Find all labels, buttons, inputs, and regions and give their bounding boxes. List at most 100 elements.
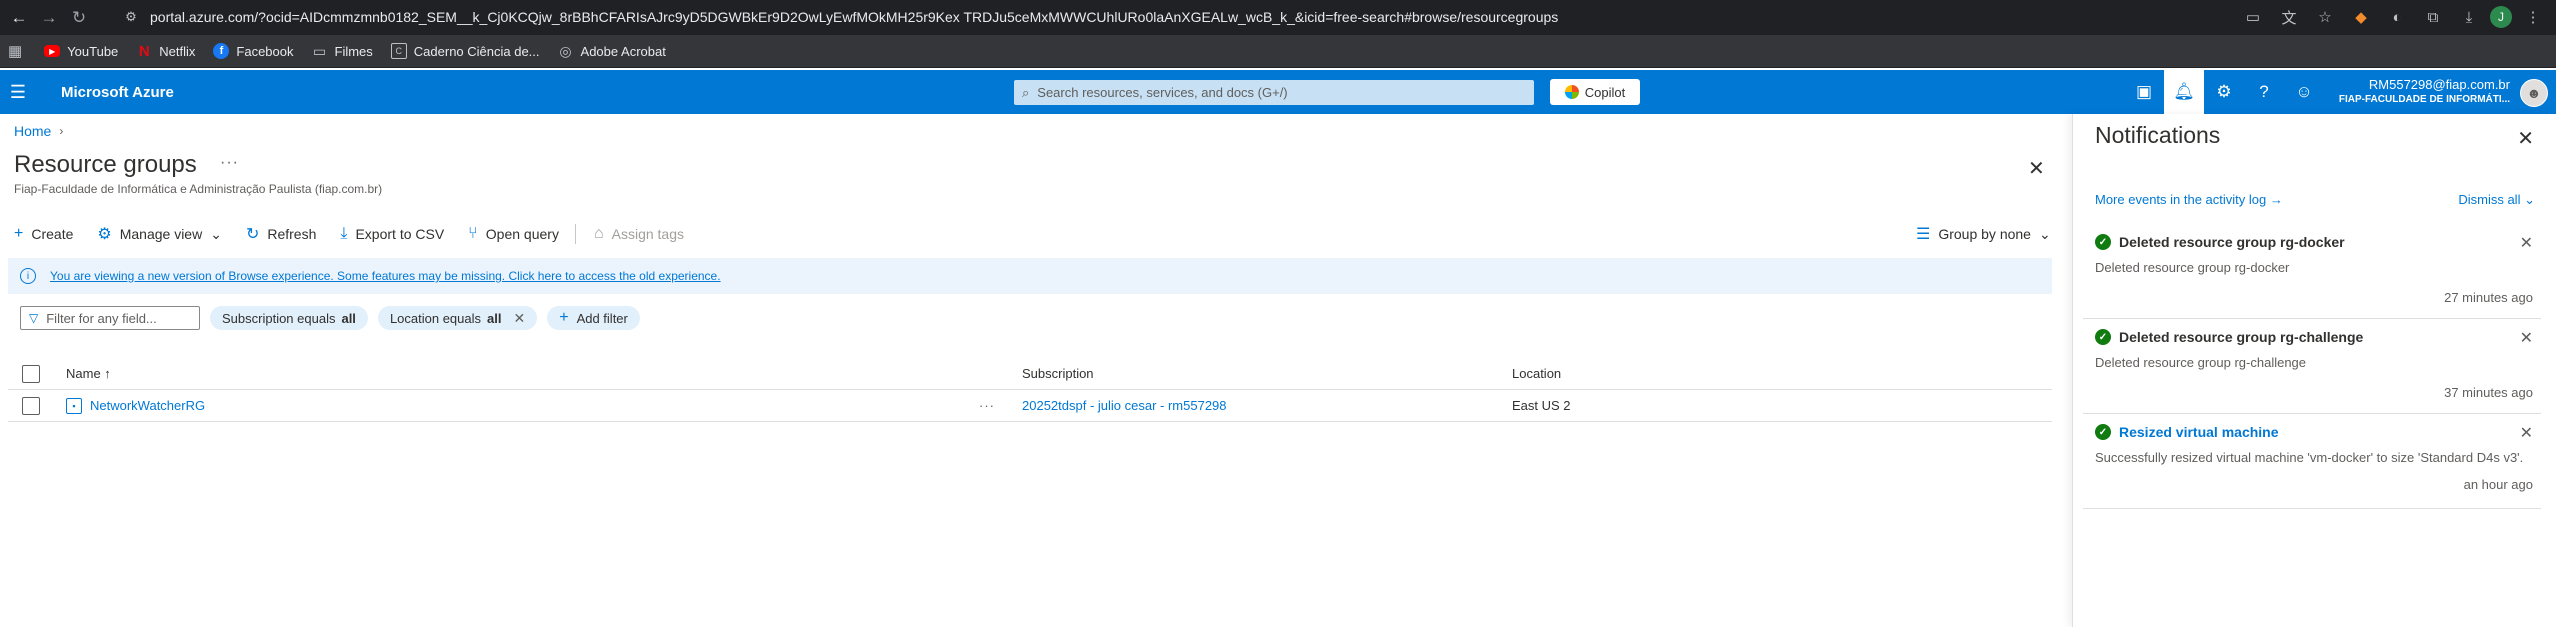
site-info-icon[interactable]: ⚙ [120, 6, 142, 28]
install-app-icon[interactable]: ▭ [2238, 3, 2268, 31]
open-query-button[interactable]: ⑂ Open query [468, 225, 559, 243]
portal-menu-icon[interactable]: ☰ [0, 70, 36, 114]
extension-fox-icon[interactable]: ◆ [2346, 3, 2376, 31]
user-avatar[interactable]: ☻ [2520, 79, 2548, 107]
translate-icon[interactable]: 文 [2274, 3, 2304, 31]
settings-gear-icon[interactable]: ⚙ [2204, 70, 2244, 114]
netflix-icon: N [138, 42, 150, 60]
group-by-dropdown[interactable]: ☰ Group by none ⌄ [1916, 220, 2051, 248]
notification-body: Deleted resource group rg-docker [2095, 260, 2290, 275]
assign-tags-button[interactable]: ⌂ Assign tags [594, 225, 684, 243]
apps-grid-icon[interactable]: ▦ [8, 42, 22, 60]
location-filter-pill[interactable]: Location equals all ✕ [377, 306, 538, 330]
menu-kebab-icon[interactable]: ⋮ [2518, 3, 2548, 31]
close-blade-icon[interactable]: ✕ [2028, 156, 2045, 181]
bookmark-filmes[interactable]: ▭ Filmes [312, 43, 373, 59]
url-text: portal.azure.com/?ocid=AIDcmmzmnb0182_SE… [150, 9, 1559, 25]
filter-input[interactable]: ▽ Filter for any field... [20, 306, 200, 330]
subscription-filter-pill[interactable]: Subscription equals all [210, 306, 368, 330]
row-checkbox[interactable] [22, 396, 40, 415]
dismiss-notification-icon[interactable]: ✕ [2520, 233, 2533, 253]
refresh-button[interactable]: ↻ Refresh [246, 224, 316, 244]
gear-icon: ⚙ [97, 226, 112, 243]
page-title: Resource groups [14, 151, 197, 178]
activity-log-link[interactable]: More events in the activity log → [2095, 192, 2283, 208]
export-csv-button[interactable]: ⤓ Export to CSV [340, 225, 444, 243]
resource-group-link[interactable]: NetworkWatcherRG [90, 398, 205, 413]
bookmark-youtube[interactable]: ▶ YouTube [44, 44, 118, 59]
resource-groups-blade: Home › Resource groups ··· Fiap-Faculdad… [0, 114, 2072, 627]
more-options-icon[interactable]: ··· [220, 154, 239, 172]
column-header-name[interactable]: Name ↑ [66, 366, 1022, 381]
folder-icon: ▭ [312, 42, 327, 59]
profile-avatar[interactable]: J [2490, 6, 2512, 28]
address-bar[interactable]: ⚙ portal.azure.com/?ocid=AIDcmmzmnb0182_… [120, 3, 2200, 31]
notification-title: Deleted resource group rg-challenge [2119, 329, 2364, 345]
downloads-icon[interactable]: ⤓ [2454, 3, 2484, 31]
bookmark-netflix[interactable]: N Netflix [136, 42, 196, 60]
extension-icon[interactable]: ◐ [2382, 3, 2412, 31]
account-email: RM557298@fiap.com.br [2368, 77, 2510, 92]
feedback-icon[interactable]: ☺ [2284, 70, 2324, 114]
create-button[interactable]: + Create [14, 225, 73, 243]
global-search-input[interactable]: ⌕ Search resources, services, and docs (… [1014, 80, 1534, 105]
resource-groups-table: Name ↑ Subscription Location ▪ NetworkWa… [8, 358, 2052, 422]
chevron-down-icon: ⌄ [2524, 192, 2535, 207]
bookmark-adobe-acrobat[interactable]: ◎ Adobe Acrobat [558, 43, 665, 59]
forward-arrow-icon[interactable]: → [34, 3, 64, 33]
close-notifications-icon[interactable]: ✕ [2517, 126, 2534, 151]
tag-icon: ⌂ [593, 225, 604, 242]
add-filter-button[interactable]: + Add filter [547, 306, 640, 330]
help-icon[interactable]: ? [2244, 70, 2284, 114]
info-icon: i [20, 268, 36, 284]
dismiss-notification-icon[interactable]: ✕ [2520, 423, 2533, 443]
success-check-icon: ✓ [2095, 234, 2111, 250]
success-check-icon: ✓ [2095, 424, 2111, 440]
bookmarks-bar: ▦ ▶ YouTube N Netflix f Facebook ▭ Filme… [0, 35, 2556, 68]
azure-brand[interactable]: Microsoft Azure [61, 84, 174, 101]
back-arrow-icon[interactable]: ← [4, 3, 34, 33]
facebook-icon: f [213, 43, 230, 59]
copilot-icon [1564, 85, 1579, 99]
toolbar-divider [574, 224, 576, 244]
dismiss-all-dropdown[interactable]: Dismiss all ⌄ [2458, 192, 2535, 208]
bookmark-facebook[interactable]: f Facebook [213, 43, 294, 59]
notification-item[interactable]: ✓ Deleted resource group rg-challenge ✕ … [2083, 319, 2541, 414]
manage-view-button[interactable]: ⚙ Manage view ⌄ [97, 224, 222, 244]
table-row[interactable]: ▪ NetworkWatcherRG ··· 20252tdspf - juli… [8, 390, 2052, 422]
notification-body: Successfully resized virtual machine 'vm… [2095, 450, 2524, 465]
copilot-button[interactable]: Copilot [1550, 79, 1640, 105]
success-check-icon: ✓ [2095, 329, 2111, 345]
subscription-link[interactable]: 20252tdspf - julio cesar - rm557298 [1022, 398, 1512, 413]
account-tenant: FIAP-FACULDADE DE INFORMÁTI... [2338, 94, 2510, 105]
column-header-location[interactable]: Location [1512, 366, 1812, 381]
browser-toolbar: ← → ↻ ⚙ portal.azure.com/?ocid=AIDcmmzmn… [0, 0, 2556, 35]
notification-title-link[interactable]: Resized virtual machine [2119, 424, 2279, 440]
column-header-subscription[interactable]: Subscription [1022, 366, 1512, 381]
info-banner: i You are viewing a new version of Brows… [8, 258, 2052, 294]
azure-header: ☰ Microsoft Azure ⌕ Search resources, se… [0, 70, 2556, 114]
dismiss-notification-icon[interactable]: ✕ [2520, 328, 2533, 348]
account-info[interactable]: RM557298@fiap.com.br FIAP-FACULDADE DE I… [2339, 77, 2510, 105]
notifications-bell-icon[interactable]: 🔔︎ [2164, 70, 2204, 114]
notebook-icon: C [390, 43, 407, 59]
notification-item[interactable]: ✓ Deleted resource group rg-docker ✕ Del… [2083, 224, 2541, 319]
breadcrumb-home[interactable]: Home [14, 123, 51, 139]
extensions-puzzle-icon[interactable]: ⧉ [2418, 3, 2448, 31]
row-more-icon[interactable]: ··· [962, 398, 1012, 413]
location-cell: East US 2 [1512, 398, 1571, 413]
old-experience-link[interactable]: You are viewing a new version of Browse … [50, 269, 721, 283]
select-all-checkbox[interactable] [22, 364, 40, 383]
plus-icon: + [559, 309, 569, 326]
bookmark-star-icon[interactable]: ☆ [2310, 3, 2340, 31]
notifications-panel: Notifications ✕ More events in the activ… [2072, 114, 2556, 627]
notification-body: Deleted resource group rg-challenge [2095, 355, 2307, 370]
cloud-shell-icon[interactable]: ▣ [2124, 70, 2164, 114]
reload-icon[interactable]: ↻ [64, 3, 94, 33]
chevron-down-icon: ⌄ [2038, 225, 2051, 242]
download-icon: ⤓ [340, 225, 348, 242]
notification-item[interactable]: ✓ Resized virtual machine ✕ Successfully… [2083, 414, 2541, 509]
remove-filter-icon[interactable]: ✕ [513, 310, 525, 327]
bookmark-caderno[interactable]: C Caderno Ciência de... [390, 43, 540, 59]
notification-time: an hour ago [2463, 477, 2533, 492]
